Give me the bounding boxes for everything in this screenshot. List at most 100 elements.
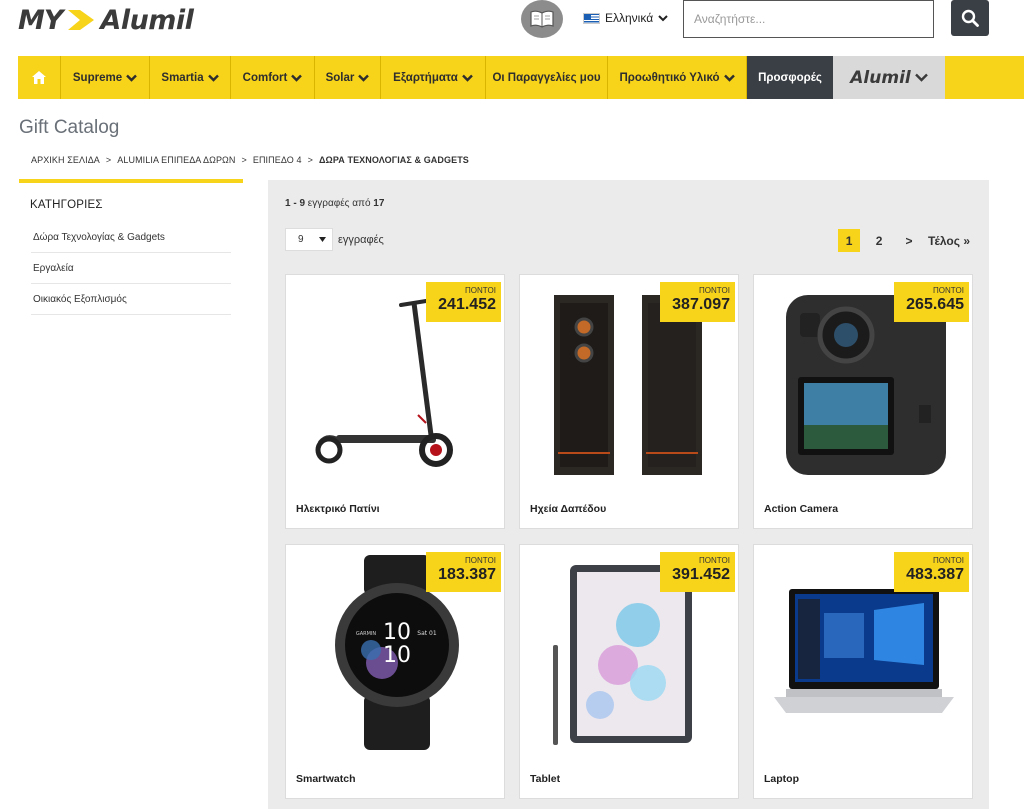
nav-label: Προωθητικό Υλικό [619, 71, 720, 84]
chevron-down-icon [291, 74, 303, 82]
results-count: 1 - 9 εγγραφές από 17 [285, 198, 384, 209]
nav-offers[interactable]: Προσφορές [747, 56, 833, 99]
nav-supreme[interactable]: Supreme [61, 56, 150, 99]
per-page-label: εγγραφές [338, 233, 384, 246]
chevron-down-icon [723, 74, 735, 82]
breadcrumb-current: ΔΩΡΑ ΤΕΧΝΟΛΟΓΙΑΣ & GADGETS [318, 155, 469, 165]
product-name[interactable]: Smartwatch [296, 773, 356, 785]
points-badge: ΠΟΝΤΟΙ 387.097 [660, 282, 735, 322]
nav-label: Εξαρτήματα [393, 71, 458, 84]
breadcrumb-home[interactable]: ΑΡΧΙΚΗ ΣΕΛΙΔΑ [31, 155, 100, 165]
product-card[interactable]: ΠΟΝΤΟΙ 241.452 Ηλεκτρικό Πατίνι [285, 274, 505, 529]
search-icon [961, 9, 979, 27]
breadcrumb-level4[interactable]: ΕΠΙΠΕΔΟ 4 [253, 155, 302, 165]
nav-label: Comfort [242, 71, 288, 84]
nav-label: Solar [325, 71, 355, 84]
points-badge: ΠΟΝΤΟΙ 183.387 [426, 552, 501, 592]
nav-solar[interactable]: Solar [315, 56, 381, 99]
nav-label: Supreme [72, 71, 123, 84]
breadcrumb-separator: > [241, 155, 247, 165]
chevron-down-icon [358, 74, 370, 82]
caret-down-icon [319, 237, 326, 242]
product-card[interactable]: ΠΟΝΤΟΙ 391.452 Tablet [519, 544, 739, 799]
category-sidebar: ΚΑΤΗΓΟΡΙΕΣ Δώρα Τεχνολογίας & Gadgets Ερ… [19, 179, 243, 315]
myalumil-logo[interactable]: MY Alumil [18, 2, 194, 38]
search-input[interactable]: Αναζητήστε... [683, 0, 934, 38]
points-badge: ΠΟΝΤΟΙ 241.452 [426, 282, 501, 322]
points-badge: ΠΟΝΤΟΙ 483.387 [894, 552, 969, 592]
points-value: 241.452 [438, 296, 496, 313]
nav-comfort[interactable]: Comfort [231, 56, 315, 99]
sidebar-title: ΚΑΤΗΓΟΡΙΕΣ [30, 199, 103, 211]
per-page-select[interactable]: 9 [285, 228, 333, 251]
header: MY Alumil Ελληνικά Αναζητήστε... [0, 0, 1024, 56]
chevron-down-icon [461, 74, 473, 82]
breadcrumb-separator: > [307, 155, 313, 165]
watch-date: Sat 01 [417, 630, 437, 637]
count-text: εγγραφές από [305, 198, 374, 209]
greek-flag-icon [583, 12, 600, 24]
page-title: Gift Catalog [19, 117, 120, 138]
nav-accessories[interactable]: Εξαρτήματα [381, 56, 486, 99]
nav-home[interactable] [18, 56, 61, 99]
nav-label: Προσφορές [758, 71, 822, 84]
watch-minute: 10 [383, 643, 411, 668]
chevron-down-icon [207, 74, 219, 82]
logo-alumil-text: Alumil [100, 4, 194, 36]
main-nav: Supreme Smartia Comfort Solar Εξαρτήματα… [18, 56, 1024, 99]
sidebar-item-home-equipment[interactable]: Οικιακός Εξοπλισμός [31, 284, 231, 315]
logo-my-text: MY [18, 4, 63, 36]
pagination: 1 2 > Τέλος » [838, 229, 970, 252]
search-placeholder: Αναζητήστε... [694, 12, 766, 26]
page-1[interactable]: 1 [838, 229, 861, 252]
breadcrumb: ΑΡΧΙΚΗ ΣΕΛΙΔΑ > ALUMILIA ΕΠΙΠΕΔΑ ΔΩΡΩΝ >… [31, 155, 469, 165]
chevron-down-icon [914, 73, 928, 82]
product-name[interactable]: Action Camera [764, 503, 838, 515]
search-button[interactable] [951, 0, 989, 36]
points-label: ΠΟΝΤΟΙ [933, 286, 964, 295]
last-page[interactable]: Τέλος » [928, 229, 970, 252]
points-label: ΠΟΝΤΟΙ [699, 556, 730, 565]
per-page-value: 9 [298, 234, 304, 245]
next-page[interactable]: > [898, 229, 920, 252]
count-total: 17 [373, 198, 385, 209]
catalog-book-icon[interactable] [521, 0, 563, 38]
product-card[interactable]: ΠΟΝΤΟΙ 483.387 Laptop [753, 544, 973, 799]
logo-arrow-icon [68, 10, 95, 30]
language-selector[interactable]: Ελληνικά [583, 11, 668, 25]
chevron-down-icon [126, 74, 137, 82]
product-name[interactable]: Tablet [530, 773, 560, 785]
points-label: ΠΟΝΤΟΙ [933, 556, 964, 565]
home-icon [32, 71, 46, 84]
points-badge: ΠΟΝΤΟΙ 391.452 [660, 552, 735, 592]
points-label: ΠΟΝΤΟΙ [699, 286, 730, 295]
points-label: ΠΟΝΤΟΙ [465, 556, 496, 565]
product-name[interactable]: Ηχεία Δαπέδου [530, 503, 606, 515]
per-page-control: 9 εγγραφές [285, 228, 384, 251]
nav-label: Smartia [161, 71, 204, 84]
breadcrumb-separator: > [105, 155, 112, 165]
alumil-brand-text: Alumil [850, 67, 911, 88]
nav-promo-material[interactable]: Προωθητικό Υλικό [608, 56, 747, 99]
page-2[interactable]: 2 [868, 229, 890, 252]
chevron-down-icon [658, 15, 668, 22]
sidebar-item-tech-gifts[interactable]: Δώρα Τεχνολογίας & Gadgets [31, 222, 231, 253]
product-card[interactable]: ΠΟΝΤΟΙ 265.645 Action Camera [753, 274, 973, 529]
nav-alumil-brand[interactable]: Alumil [833, 56, 945, 99]
product-card[interactable]: 10 10 Sat 01 GARMIN ΠΟΝΤΟΙ 183.387 Smart… [285, 544, 505, 799]
points-value: 483.387 [906, 566, 964, 583]
nav-smartia[interactable]: Smartia [150, 56, 231, 99]
sidebar-item-tools[interactable]: Εργαλεία [31, 253, 231, 284]
points-label: ΠΟΝΤΟΙ [465, 286, 496, 295]
nav-my-orders[interactable]: Οι Παραγγελίες μου [486, 56, 608, 99]
nav-label: Οι Παραγγελίες μου [492, 71, 601, 84]
watch-hour: 10 [383, 620, 411, 645]
product-name[interactable]: Ηλεκτρικό Πατίνι [296, 503, 380, 515]
product-card[interactable]: ΠΟΝΤΟΙ 387.097 Ηχεία Δαπέδου [519, 274, 739, 529]
points-badge: ΠΟΝΤΟΙ 265.645 [894, 282, 969, 322]
product-listing: 1 - 9 εγγραφές από 17 9 εγγραφές 1 2 > Τ… [268, 180, 989, 809]
product-name[interactable]: Laptop [764, 773, 799, 785]
points-value: 265.645 [906, 296, 964, 313]
breadcrumb-levels[interactable]: ALUMILIA ΕΠΙΠΕΔΑ ΔΩΡΩΝ [117, 155, 235, 165]
watch-brand: GARMIN [356, 631, 377, 637]
